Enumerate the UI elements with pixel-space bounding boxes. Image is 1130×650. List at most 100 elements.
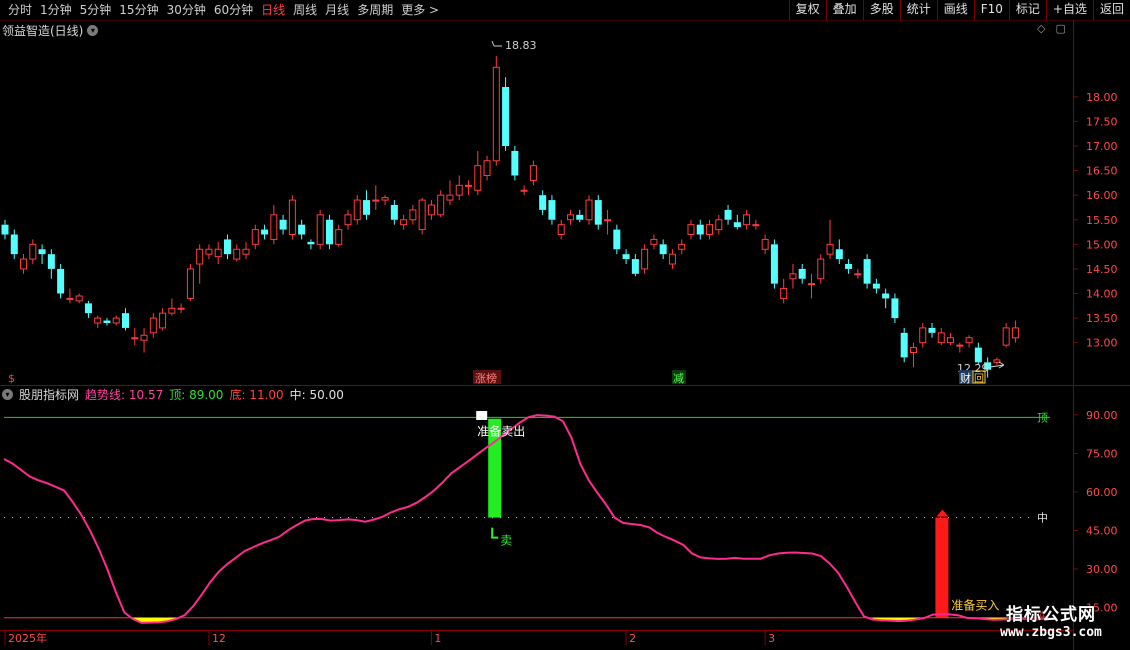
x-tick-label: 12 bbox=[212, 632, 226, 645]
candle-body bbox=[446, 194, 454, 201]
candle bbox=[780, 278, 788, 304]
candle bbox=[798, 264, 806, 284]
candlestick-series bbox=[1, 56, 1019, 378]
candle-body bbox=[752, 224, 760, 227]
candle-body bbox=[177, 307, 185, 310]
candle-body bbox=[270, 214, 278, 240]
watermark-name: 指标公式网 bbox=[1006, 605, 1096, 625]
candle bbox=[38, 244, 46, 264]
indicator-y-axis: 90.0075.0060.0045.0030.0015.00 bbox=[1073, 409, 1118, 614]
candle-body bbox=[641, 248, 649, 270]
candle-body bbox=[409, 209, 417, 221]
high-arrow bbox=[491, 40, 502, 47]
stock-chart-app: 分时 1分钟 5分钟 15分钟 30分钟 60分钟 日线 周线 月线 多周期 更多 > 复权 叠加 多股… bbox=[0, 0, 1130, 650]
candle-body bbox=[706, 224, 714, 236]
candle-body bbox=[353, 199, 361, 221]
candle-body bbox=[316, 214, 324, 245]
candle-body bbox=[947, 337, 955, 344]
candle bbox=[381, 195, 389, 205]
candle-body bbox=[437, 194, 445, 216]
candle bbox=[743, 209, 751, 230]
reference-lines bbox=[4, 416, 1050, 619]
candle bbox=[446, 180, 454, 205]
candle-body bbox=[863, 259, 871, 284]
candle-body bbox=[57, 268, 65, 294]
candle-body bbox=[659, 244, 667, 255]
candle bbox=[659, 239, 667, 260]
candle-body bbox=[140, 334, 148, 341]
indicator-tick-label: 45.00 bbox=[1086, 524, 1118, 537]
candle bbox=[641, 244, 649, 274]
candle-body bbox=[770, 244, 778, 284]
buy-arrow-icon bbox=[936, 509, 949, 517]
event-marker-reduce[interactable]: 减 bbox=[673, 372, 684, 385]
candle bbox=[353, 195, 361, 225]
candle bbox=[604, 209, 612, 235]
candle-body bbox=[928, 327, 936, 333]
event-marker-return[interactable]: 回 bbox=[974, 373, 984, 385]
indicator-tick-label: 75.00 bbox=[1086, 447, 1118, 460]
price-tick-label: 17.50 bbox=[1086, 115, 1118, 128]
candle bbox=[400, 214, 408, 230]
candle-body bbox=[205, 248, 213, 255]
candle bbox=[29, 239, 37, 264]
candle bbox=[177, 303, 185, 314]
candle-body bbox=[743, 214, 751, 226]
candle-body bbox=[112, 317, 120, 324]
candle-body bbox=[335, 229, 343, 245]
candle-body bbox=[993, 359, 1001, 363]
candle-body bbox=[251, 229, 259, 245]
candle bbox=[363, 190, 371, 220]
candle bbox=[1002, 323, 1010, 348]
candle-body bbox=[715, 219, 723, 231]
candle-body bbox=[826, 243, 834, 255]
candle-body bbox=[1011, 327, 1019, 339]
candle bbox=[57, 264, 65, 299]
candle bbox=[872, 278, 880, 294]
candle bbox=[511, 146, 519, 181]
candle-body bbox=[427, 204, 435, 216]
candle-body bbox=[845, 264, 853, 269]
candle-body bbox=[974, 347, 982, 363]
candle-body bbox=[613, 229, 621, 250]
candle-body bbox=[298, 224, 306, 235]
candle bbox=[993, 357, 1001, 365]
candle-body bbox=[38, 249, 46, 255]
candle bbox=[307, 239, 315, 250]
candle-body bbox=[400, 219, 408, 226]
candle bbox=[261, 224, 269, 240]
candle-body bbox=[919, 327, 927, 344]
candle-body bbox=[474, 165, 482, 191]
candle-body bbox=[789, 273, 797, 280]
event-marker-up-list[interactable]: 涨榜 bbox=[475, 371, 497, 385]
candle bbox=[947, 332, 955, 346]
candle-body bbox=[159, 312, 167, 329]
candle-body bbox=[631, 259, 639, 274]
candle bbox=[956, 342, 964, 353]
price-tick-label: 16.50 bbox=[1086, 165, 1118, 178]
candle bbox=[427, 200, 435, 220]
candle-body bbox=[900, 332, 908, 358]
event-marker-dollar[interactable]: $ bbox=[8, 372, 15, 385]
candle bbox=[678, 239, 686, 255]
candle bbox=[900, 327, 908, 363]
candle-body bbox=[1002, 327, 1010, 346]
candle-body bbox=[455, 184, 463, 196]
candle bbox=[733, 214, 741, 230]
candle bbox=[223, 234, 231, 260]
candle-body bbox=[66, 297, 74, 300]
candle bbox=[715, 214, 723, 235]
candle bbox=[548, 195, 556, 225]
candle-body bbox=[168, 307, 176, 314]
event-marker-finance[interactable]: 财 bbox=[960, 371, 971, 385]
candle bbox=[835, 239, 843, 264]
candle-body bbox=[733, 222, 741, 228]
candle-body bbox=[29, 243, 37, 260]
chart-canvas[interactable]: 18.00 17.50 17.00 16.50 16.00 15.50 15.00 14.50… bbox=[0, 0, 1130, 650]
candle bbox=[817, 254, 825, 284]
sell-prepare-label: 准备卖出 bbox=[477, 424, 525, 438]
price-tick-label: 14.00 bbox=[1086, 288, 1118, 301]
price-tick-label: 16.00 bbox=[1086, 189, 1118, 202]
candle-body bbox=[511, 150, 519, 176]
candle-body bbox=[650, 238, 658, 245]
